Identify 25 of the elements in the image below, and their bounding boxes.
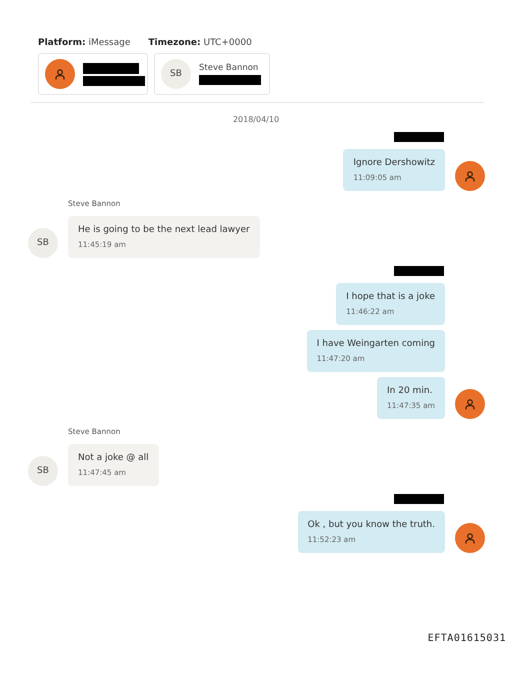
redaction-bar — [199, 75, 261, 85]
redaction-bar — [394, 494, 444, 504]
message-text: I hope that is a joke — [346, 292, 435, 302]
person-avatar-icon — [455, 389, 485, 419]
message-text: I have Weingarten coming — [316, 339, 435, 349]
participant-name: Steve Bannon — [199, 63, 260, 73]
message-text: Ok , but you know the truth. — [308, 520, 435, 530]
message-text: In 20 min. — [387, 386, 434, 396]
redaction-bar — [394, 132, 444, 142]
message-text: Not a joke @ all — [78, 453, 149, 463]
person-avatar-icon — [455, 161, 485, 191]
person-avatar-icon — [455, 523, 485, 553]
document-id-label: EFTA01615031 — [428, 633, 506, 644]
initials-avatar: SB — [28, 456, 58, 486]
redaction-bar — [394, 266, 444, 276]
person-avatar-icon — [45, 59, 75, 89]
redaction-bar — [83, 76, 145, 86]
timezone-info: Timezone: UTC+0000 — [148, 38, 252, 48]
platform-info: Platform: iMessage — [38, 38, 130, 48]
redaction-bar — [83, 62, 139, 74]
message-text: Ignore Dershowitz — [353, 158, 435, 168]
message-text: He is going to be the next lead lawyer — [78, 225, 250, 235]
date-label: 2018/04/10 — [232, 115, 280, 124]
initials-avatar: SB — [161, 59, 191, 89]
initials-avatar: SB — [28, 228, 58, 258]
